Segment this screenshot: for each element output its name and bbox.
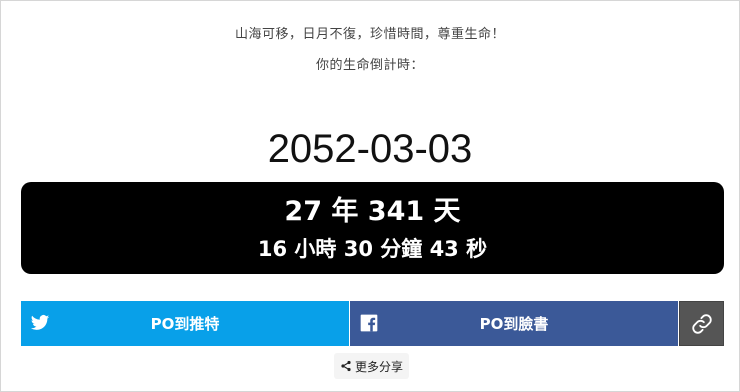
target-date: 2052-03-03	[267, 127, 473, 171]
link-icon	[691, 313, 712, 334]
share-twitter-button[interactable]: PO到推特	[21, 301, 349, 346]
page-frame: 山海可移，日月不復，珍惜時間，尊重生命！ 你的生命倒計時： 2052-03-03…	[0, 0, 740, 392]
facebook-icon	[360, 314, 378, 332]
motto-text: 山海可移，日月不復，珍惜時間，尊重生命！	[234, 27, 505, 42]
copy-link-button[interactable]	[679, 301, 724, 346]
share-twitter-label: PO到推特	[150, 315, 220, 333]
share-icon	[341, 360, 351, 372]
countdown-years-days: 27 年 341 天	[284, 196, 461, 227]
countdown-panel: 27 年 341 天 16 小時 30 分鐘 43 秒	[21, 182, 724, 274]
share-facebook-label: PO到臉書	[479, 315, 549, 333]
twitter-icon	[30, 315, 50, 330]
share-buttons: PO到推特 PO到臉書	[21, 301, 724, 346]
countdown-hms: 16 小時 30 分鐘 43 秒	[257, 237, 488, 261]
more-share-button[interactable]: 更多分享	[334, 353, 410, 379]
share-facebook-button[interactable]: PO到臉書	[350, 301, 678, 346]
countdown-subtitle: 你的生命倒計時：	[315, 58, 424, 73]
more-share-label: 更多分享	[355, 359, 404, 374]
